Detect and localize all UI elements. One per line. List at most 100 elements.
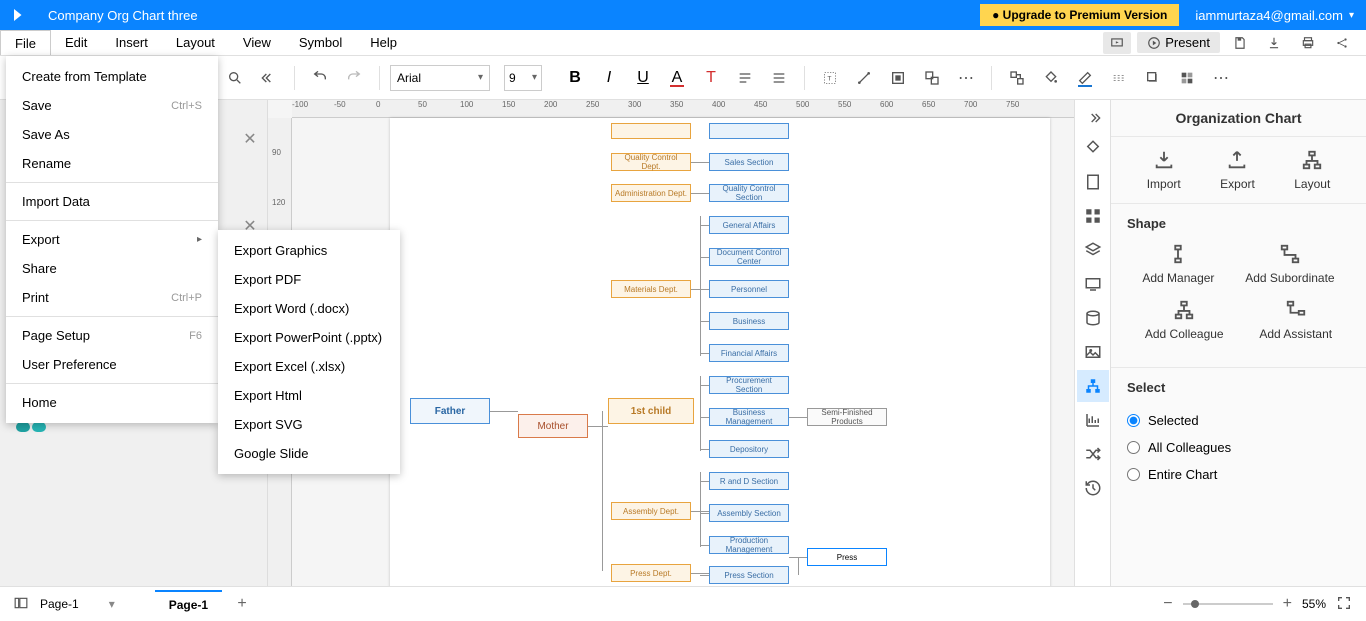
org-node[interactable]: Quality Control Dept. (611, 153, 691, 171)
fill-color-icon[interactable] (1036, 63, 1066, 93)
org-node-firstchild[interactable]: 1st child (608, 398, 694, 424)
zoom-in-button[interactable]: + (1283, 595, 1292, 613)
font-size-select[interactable]: 9 (504, 65, 542, 91)
import-button[interactable]: Import (1147, 149, 1181, 191)
italic-button[interactable]: I (594, 63, 624, 93)
layers-tool-icon[interactable] (1077, 234, 1109, 266)
file-create-template[interactable]: Create from Template (6, 62, 218, 91)
org-node[interactable]: Semi-Finished Products (807, 408, 887, 426)
export-svg[interactable]: Export SVG (218, 410, 400, 439)
add-manager-button[interactable]: Add Manager (1142, 243, 1214, 285)
zoom-out-button[interactable]: − (1163, 595, 1172, 613)
org-node[interactable]: Business (709, 312, 789, 330)
export-word[interactable]: Export Word (.docx) (218, 294, 400, 323)
bold-button[interactable]: B (560, 63, 590, 93)
menu-edit[interactable]: Edit (51, 30, 101, 55)
print-icon[interactable] (1294, 32, 1322, 54)
file-rename[interactable]: Rename (6, 149, 218, 178)
shuffle-tool-icon[interactable] (1077, 438, 1109, 470)
org-node[interactable]: Financial Affairs (709, 344, 789, 362)
add-assistant-button[interactable]: Add Assistant (1259, 299, 1332, 341)
line-style-icon[interactable] (1104, 63, 1134, 93)
org-node-selected[interactable]: Press (807, 548, 887, 566)
org-node[interactable] (611, 123, 691, 139)
menu-help[interactable]: Help (356, 30, 411, 55)
group-icon[interactable] (1002, 63, 1032, 93)
orgchart-tool-icon[interactable] (1077, 370, 1109, 402)
shape-library-item[interactable] (16, 422, 46, 432)
fullscreen-icon[interactable] (1336, 595, 1352, 614)
radio-selected[interactable]: Selected (1127, 407, 1350, 434)
expand-right-icon[interactable] (1077, 106, 1109, 130)
file-save[interactable]: SaveCtrl+S (6, 91, 218, 120)
search-icon[interactable] (220, 63, 250, 93)
grid-tool-icon[interactable] (1077, 200, 1109, 232)
shape coupling-icon[interactable] (917, 63, 947, 93)
font-color-button[interactable]: A (662, 63, 692, 93)
menu-insert[interactable]: Insert (101, 30, 162, 55)
file-user-preference[interactable]: User Preference (6, 350, 218, 379)
export-google-slide[interactable]: Google Slide (218, 439, 400, 468)
file-import-data[interactable]: Import Data (6, 187, 218, 216)
export-graphics[interactable]: Export Graphics (218, 236, 400, 265)
app-logo[interactable] (0, 0, 40, 30)
radio-all-colleagues[interactable]: All Colleagues (1127, 434, 1350, 461)
file-save-as[interactable]: Save As (6, 120, 218, 149)
org-node[interactable]: Press Section (709, 566, 789, 584)
menu-view[interactable]: View (229, 30, 285, 55)
org-node[interactable]: General Affairs (709, 216, 789, 234)
underline-button[interactable]: U (628, 63, 658, 93)
connector-icon[interactable] (849, 63, 879, 93)
presentation-settings-icon[interactable] (1103, 32, 1131, 54)
history-tool-icon[interactable] (1077, 472, 1109, 504)
org-node[interactable] (709, 123, 789, 139)
radio-entire-chart[interactable]: Entire Chart (1127, 461, 1350, 488)
align-button[interactable] (730, 63, 760, 93)
data-tool-icon[interactable] (1077, 302, 1109, 334)
more-shapes-icon[interactable]: ⋯ (951, 63, 981, 93)
export-excel[interactable]: Export Excel (.xlsx) (218, 352, 400, 381)
add-page-button[interactable]: + (232, 594, 252, 614)
file-share[interactable]: Share (6, 254, 218, 283)
org-node[interactable]: Administration Dept. (611, 184, 691, 202)
download-icon[interactable] (1260, 32, 1288, 54)
chart-tool-icon[interactable] (1077, 404, 1109, 436)
theme-icon[interactable] (1172, 63, 1202, 93)
line-color-icon[interactable] (1070, 63, 1100, 93)
layout-button[interactable]: Layout (1294, 149, 1330, 191)
font-family-select[interactable]: Arial (390, 65, 490, 91)
org-node[interactable]: Assembly Section (709, 504, 789, 522)
org-node[interactable]: Quality Control Section (709, 184, 789, 202)
org-node[interactable]: Procurement Section (709, 376, 789, 394)
export-button[interactable]: Export (1220, 149, 1255, 191)
canvas[interactable]: Quality Control Dept. Administration Dep… (390, 118, 1050, 586)
more-icon[interactable]: ⋯ (1206, 63, 1236, 93)
menu-file[interactable]: File (0, 30, 51, 55)
zoom-slider[interactable] (1183, 603, 1273, 605)
org-node[interactable]: Document Control Center (709, 248, 789, 266)
slide-tool-icon[interactable] (1077, 268, 1109, 300)
text-box-icon[interactable]: T (815, 63, 845, 93)
document-title[interactable]: Company Org Chart three (48, 8, 980, 23)
file-page-setup[interactable]: Page SetupF6 (6, 321, 218, 350)
org-node[interactable]: Assembly Dept. (611, 502, 691, 520)
upgrade-button[interactable]: ● Upgrade to Premium Version (980, 4, 1179, 26)
shadow-icon[interactable] (1138, 63, 1168, 93)
present-button[interactable]: Present (1137, 32, 1220, 53)
image-tool-icon[interactable] (1077, 336, 1109, 368)
close-tab-icon[interactable]: ✕ (236, 125, 264, 153)
pages-panel-icon[interactable] (12, 596, 30, 613)
org-node[interactable]: Personnel (709, 280, 789, 298)
org-node[interactable]: Materials Dept. (611, 280, 691, 298)
add-colleague-button[interactable]: Add Colleague (1145, 299, 1224, 341)
container-icon[interactable] (883, 63, 913, 93)
file-export[interactable]: Export (6, 225, 218, 254)
org-node[interactable]: Press Dept. (611, 564, 691, 582)
menu-layout[interactable]: Layout (162, 30, 229, 55)
user-menu[interactable]: iammurtaza4@gmail.com (1195, 8, 1354, 23)
page-select[interactable]: Page-1 (40, 597, 115, 611)
undo-icon[interactable] (305, 63, 335, 93)
org-node[interactable]: Business Management (709, 408, 789, 426)
page-tab[interactable]: Page-1 (155, 590, 222, 618)
org-node-father[interactable]: Father (410, 398, 490, 424)
